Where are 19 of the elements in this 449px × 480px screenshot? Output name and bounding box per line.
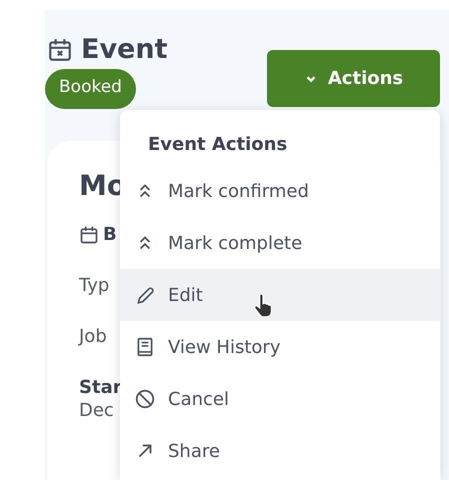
menu-item[interactable]: Mark complete — [120, 217, 440, 269]
actions-button[interactable]: Actions — [267, 50, 440, 107]
menu-item[interactable]: Edit — [120, 269, 440, 321]
page-title: Event — [81, 34, 168, 65]
field-label: Star — [79, 377, 122, 398]
field-label: Job — [79, 326, 107, 347]
menu-item[interactable]: Mark confirmed — [120, 165, 440, 217]
status-badge: Booked — [45, 69, 136, 109]
menu-item[interactable]: Share — [120, 425, 440, 477]
date-text: B — [103, 224, 117, 245]
cancel-icon — [134, 388, 156, 410]
field-label: Typ — [79, 275, 110, 296]
menu-title: Event Actions — [147, 133, 288, 157]
field-label: Dec — [79, 400, 114, 421]
calendar-icon — [47, 36, 73, 62]
calendar-icon — [79, 224, 99, 244]
menu-item[interactable]: View History — [120, 321, 440, 373]
menu-item[interactable]: Cancel — [120, 373, 440, 425]
hand-cursor-icon — [252, 293, 274, 319]
